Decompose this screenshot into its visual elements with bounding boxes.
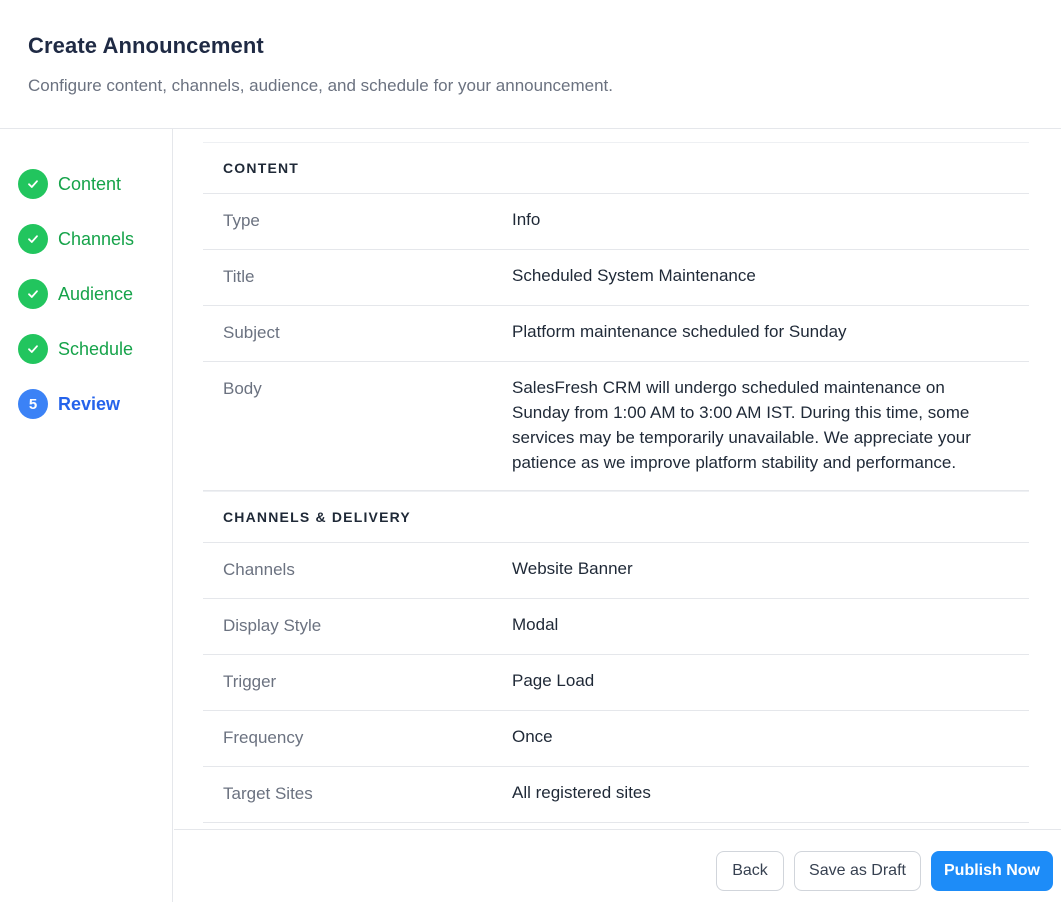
review-row-subject: Subject Platform maintenance scheduled f… (203, 306, 1029, 362)
stepper: Content Channels Audience Schedule 5 Rev… (0, 129, 173, 902)
row-label: Channels (223, 560, 295, 579)
review-row-channels: Channels Website Banner (203, 543, 1029, 599)
page-header: Create Announcement Configure content, c… (0, 0, 1061, 129)
step-review[interactable]: 5 Review (18, 389, 120, 419)
review-row-target-sites: Target Sites All registered sites (203, 767, 1029, 823)
check-icon (18, 334, 48, 364)
row-label: Trigger (223, 672, 277, 691)
row-label: Target Sites (223, 784, 313, 803)
row-value: Once (512, 727, 553, 746)
section-heading-content: CONTENT (203, 142, 1029, 194)
check-icon (18, 279, 48, 309)
row-value: All registered sites (512, 783, 651, 802)
save-draft-button[interactable]: Save as Draft (794, 851, 921, 891)
row-value: Website Banner (512, 559, 633, 578)
row-label: Display Style (223, 616, 322, 635)
step-number: 5 (18, 389, 48, 419)
step-label: Audience (58, 283, 134, 304)
step-label: Review (58, 393, 121, 414)
row-value: Info (512, 210, 541, 229)
row-label: Body (223, 379, 262, 398)
back-button[interactable]: Back (716, 851, 784, 891)
row-label: Frequency (223, 728, 304, 747)
review-row-type: Type Info (203, 194, 1029, 250)
review-row-display-style: Display Style Modal (203, 599, 1029, 655)
publish-now-button[interactable]: Publish Now (931, 851, 1053, 891)
step-content[interactable]: Content (18, 169, 121, 199)
check-icon (18, 169, 48, 199)
step-schedule[interactable]: Schedule (18, 334, 133, 364)
section-heading-channels: CHANNELS & DELIVERY (203, 491, 1029, 543)
page-title: Create Announcement (28, 33, 264, 58)
review-row-body: Body SalesFresh CRM will undergo schedul… (203, 362, 1029, 491)
row-value: Scheduled System Maintenance (512, 266, 756, 285)
review-row-frequency: Frequency Once (203, 711, 1029, 767)
row-value: Page Load (512, 671, 595, 690)
row-value: Modal (512, 615, 559, 634)
review-row-title: Title Scheduled System Maintenance (203, 250, 1029, 306)
row-label: Title (223, 267, 255, 286)
row-label: Subject (223, 323, 280, 342)
step-label: Channels (58, 228, 135, 249)
row-value: Platform maintenance scheduled for Sunda… (512, 322, 847, 341)
row-value: SalesFresh CRM will undergo scheduled ma… (512, 378, 971, 472)
step-audience[interactable]: Audience (18, 279, 133, 309)
row-label: Type (223, 211, 260, 230)
review-summary: CONTENT Type Info Title Scheduled System… (203, 142, 1029, 823)
step-label: Schedule (58, 338, 134, 359)
step-label: Content (58, 173, 122, 194)
step-channels[interactable]: Channels (18, 224, 134, 254)
footer-actions: Back Save as Draft Publish Now (174, 829, 1061, 902)
review-row-trigger: Trigger Page Load (203, 655, 1029, 711)
check-icon (18, 224, 48, 254)
page-subtitle: Configure content, channels, audience, a… (28, 76, 614, 95)
review-panel[interactable]: CONTENT Type Info Title Scheduled System… (174, 129, 1061, 829)
